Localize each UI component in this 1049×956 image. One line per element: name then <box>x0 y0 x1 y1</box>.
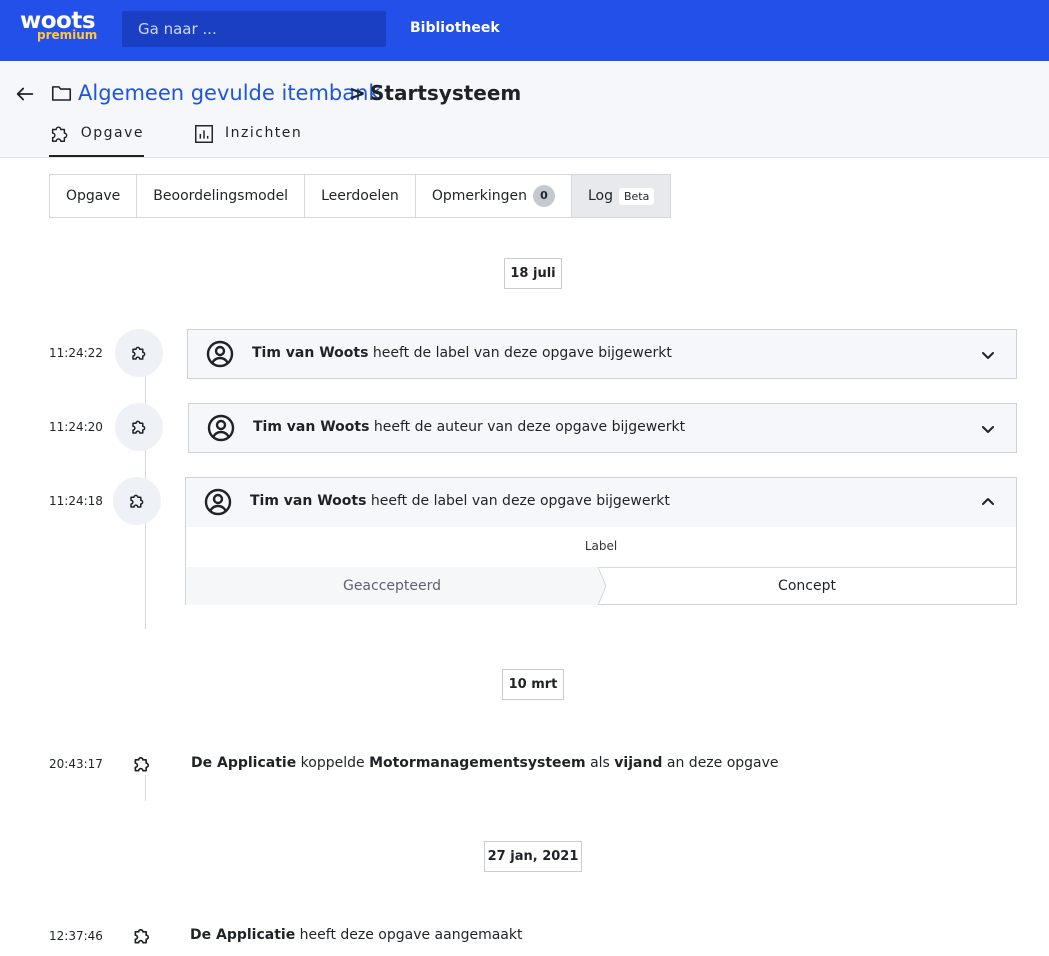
log-entry-header[interactable]: Tim van Woots heeft de label van deze op… <box>186 478 1016 527</box>
diff-field-label: Label <box>584 539 618 553</box>
date-marker: 27 jan, 2021 <box>484 841 582 872</box>
log-entry-card[interactable]: Tim van Woots heeft de label van deze op… <box>187 329 1017 379</box>
folder-icon <box>51 86 72 101</box>
subtab-opgave[interactable]: Opgave <box>50 175 138 217</box>
user-avatar-icon <box>204 488 232 516</box>
tab-inzichten-label: Inzichten <box>225 125 303 141</box>
subtab-opgave-label: Opgave <box>66 188 121 204</box>
breadcrumb-itembank-link[interactable]: Algemeen gevulde itembank <box>78 81 381 105</box>
subtab-leerdoelen-label: Leerdoelen <box>321 188 399 204</box>
puzzle-icon <box>134 756 150 772</box>
puzzle-icon <box>132 420 146 434</box>
entry-verb: koppelde <box>300 755 365 771</box>
linked-object: Motormanagementsysteem <box>369 755 586 771</box>
diff-new-value: Concept <box>598 567 1016 605</box>
entry-action: heeft deze opgave aangemaakt <box>299 927 523 943</box>
chevron-down-icon[interactable] <box>980 421 996 437</box>
subtab-log-label: Log <box>587 188 613 204</box>
log-entry-text: De Applicatie koppelde Motormanagementsy… <box>191 755 779 771</box>
tab-opgave[interactable]: Opgave <box>49 121 144 157</box>
subtab-beoordelingsmodel-label: Beoordelingsmodel <box>153 188 289 204</box>
actor-name: Tim van Woots <box>252 345 369 361</box>
tab-opgave-label: Opgave <box>80 125 144 141</box>
user-avatar-icon <box>207 414 235 442</box>
entry-time: 12:37:46 <box>49 929 103 943</box>
chevron-down-icon[interactable] <box>980 347 996 363</box>
date-marker: 10 mrt <box>502 669 564 700</box>
link-role: vijand <box>614 755 663 771</box>
date-marker: 18 juli <box>504 258 562 289</box>
subtab-log[interactable]: Log Beta <box>571 175 671 217</box>
tab-inzichten[interactable]: Inzichten <box>193 121 302 157</box>
log-entry-card[interactable]: Tim van Woots heeft de auteur van deze o… <box>188 403 1017 453</box>
entry-time: 11:24:20 <box>49 420 103 434</box>
search-input[interactable]: Ga naar ... <box>122 11 386 47</box>
back-arrow-icon[interactable] <box>14 83 36 105</box>
page-title: Startsysteem <box>370 81 522 105</box>
entry-conj: als <box>590 755 610 771</box>
user-avatar-icon <box>206 340 234 368</box>
diff-old-value: Geaccepteerd <box>186 567 598 605</box>
puzzle-icon <box>130 494 144 508</box>
entry-time: 11:24:22 <box>49 346 103 360</box>
subtab-opmerkingen[interactable]: Opmerkingen 0 <box>415 175 572 217</box>
breadcrumb-separator: > <box>349 81 366 105</box>
woots-logo[interactable]: woots premium <box>20 8 100 48</box>
entry-action: heeft de label van deze opgave bijgewerk… <box>370 493 670 509</box>
timeline-node <box>115 403 163 451</box>
entry-time: 20:43:17 <box>49 757 103 771</box>
actor-name: De Applicatie <box>191 755 297 771</box>
comments-count-badge: 0 <box>532 185 555 207</box>
page-header: Algemeen gevulde itembank > Startsysteem… <box>0 61 1049 158</box>
entry-action: heeft de auteur van deze opgave bijgewer… <box>373 419 686 435</box>
puzzle-icon <box>134 928 150 944</box>
actor-name: De Applicatie <box>190 927 296 943</box>
entry-time: 11:24:18 <box>49 494 103 508</box>
timeline-node <box>113 477 161 525</box>
log-entry-text: Tim van Woots heeft de label van deze op… <box>252 345 672 361</box>
logo-premium-label: premium <box>37 28 98 42</box>
puzzle-icon <box>132 346 146 360</box>
timeline-line <box>145 775 146 801</box>
beta-badge: Beta <box>618 187 655 205</box>
actor-name: Tim van Woots <box>250 493 367 509</box>
top-navbar: woots premium Ga naar ... Bibliotheek <box>0 0 1049 61</box>
chart-icon <box>195 125 213 143</box>
timeline-node <box>115 329 163 377</box>
subtab-beoordelingsmodel[interactable]: Beoordelingsmodel <box>137 175 306 217</box>
entry-tail: an deze opgave <box>666 755 779 771</box>
log-entry-text: Tim van Woots heeft de auteur van deze o… <box>253 419 685 435</box>
puzzle-icon <box>51 126 68 142</box>
log-entry-text: De Applicatie heeft deze opgave aangemaa… <box>190 927 522 943</box>
subtab-opmerkingen-label: Opmerkingen <box>431 188 527 204</box>
subtab-bar: Opgave Beoordelingsmodel Leerdoelen Opme… <box>49 174 672 218</box>
log-entry-text: Tim van Woots heeft de label van deze op… <box>250 493 670 509</box>
entry-action: heeft de label van deze opgave bijgewerk… <box>372 345 672 361</box>
actor-name: Tim van Woots <box>253 419 370 435</box>
log-entry-card-expanded: Tim van Woots heeft de label van deze op… <box>185 477 1017 605</box>
nav-link-bibliotheek[interactable]: Bibliotheek <box>410 20 500 36</box>
chevron-up-icon[interactable] <box>980 494 996 510</box>
subtab-leerdoelen[interactable]: Leerdoelen <box>305 175 416 217</box>
